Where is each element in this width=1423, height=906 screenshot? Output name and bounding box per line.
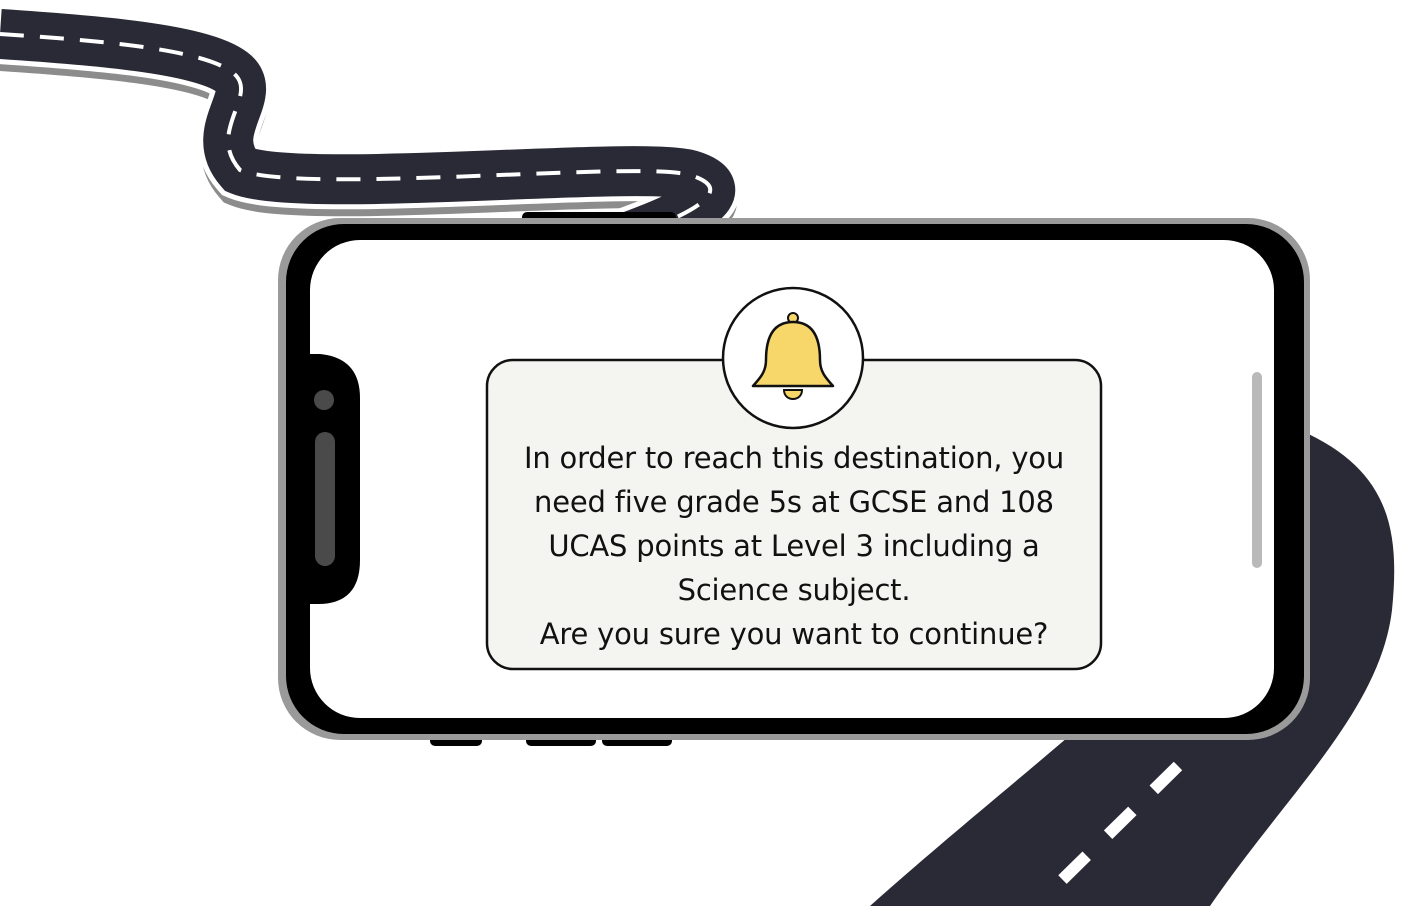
alert-message-line: Science subject. [677, 573, 911, 607]
speaker-grille [315, 432, 335, 566]
alert-message-line: In order to reach this destination, you [523, 441, 1064, 475]
alert-message-line: UCAS points at Level 3 including a [548, 529, 1040, 563]
alert-question[interactable]: Are you sure you want to continue? [492, 612, 1096, 656]
camera-icon [314, 390, 334, 410]
home-indicator-bar [1252, 372, 1262, 568]
alert-message: In order to reach this destination, you … [492, 436, 1096, 656]
alert-message-line: need five grade 5s at GCSE and 108 [534, 485, 1054, 519]
